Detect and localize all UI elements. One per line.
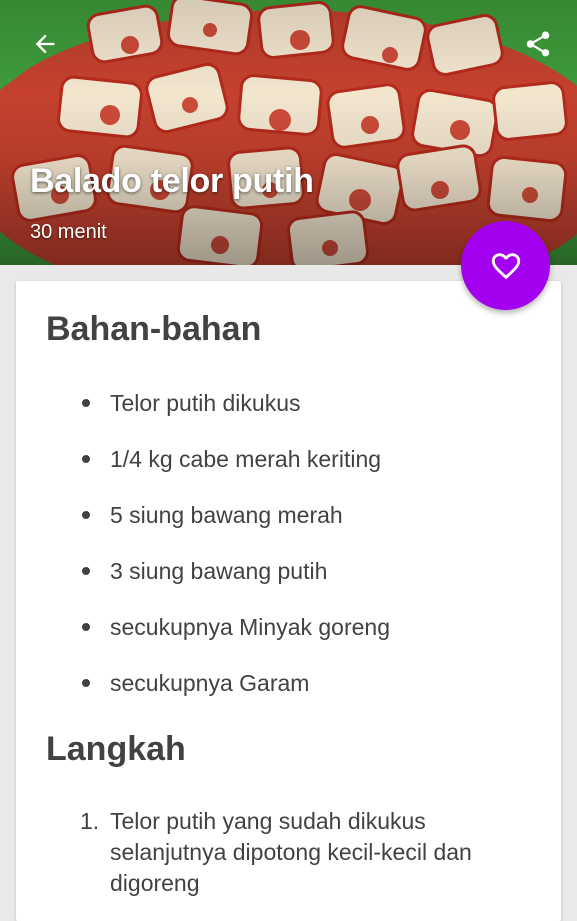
bullet-icon (82, 679, 90, 687)
ingredient-text: Telor putih dikukus (110, 390, 301, 416)
step-text: Telor putih yang sudah dikukus selanjutn… (110, 808, 472, 896)
ingredient-text: 1/4 kg cabe merah keriting (110, 446, 382, 472)
list-item: 5 siung bawang merah (0, 496, 577, 552)
list-item: secukupnya Minyak goreng (0, 608, 577, 664)
favorite-button[interactable] (461, 221, 550, 310)
list-item: Telor putih dikukus (0, 384, 577, 440)
bullet-icon (82, 511, 90, 519)
list-item: 1/4 kg cabe merah keriting (0, 440, 577, 496)
step-list: 1. Telor putih yang sudah dikukus selanj… (0, 806, 577, 899)
list-item: secukupnya Garam (0, 664, 577, 720)
ingredient-text: secukupnya Minyak goreng (110, 614, 390, 640)
back-button[interactable] (25, 24, 65, 64)
list-item: 3 siung bawang putih (0, 552, 577, 608)
steps-heading: Langkah (46, 730, 186, 768)
ingredients-heading: Bahan-bahan (46, 310, 262, 348)
ingredient-list: Telor putih dikukus 1/4 kg cabe merah ke… (0, 384, 577, 720)
step-item: 1. Telor putih yang sudah dikukus selanj… (0, 806, 577, 899)
ingredient-text: 5 siung bawang merah (110, 502, 343, 528)
ingredient-text: secukupnya Garam (110, 670, 310, 696)
arrow-left-icon (35, 34, 55, 54)
ingredient-text: 3 siung bawang putih (110, 558, 328, 584)
bullet-icon (82, 623, 90, 631)
share-button[interactable] (518, 24, 558, 64)
bullet-icon (82, 455, 90, 463)
recipe-title: Balado telor putih (30, 162, 314, 200)
share-icon (526, 31, 550, 57)
bullet-icon (82, 567, 90, 575)
bullet-icon (82, 399, 90, 407)
recipe-duration: 30 menit (30, 221, 107, 243)
step-number: 1. (80, 808, 100, 834)
heart-outline-icon (491, 252, 520, 279)
